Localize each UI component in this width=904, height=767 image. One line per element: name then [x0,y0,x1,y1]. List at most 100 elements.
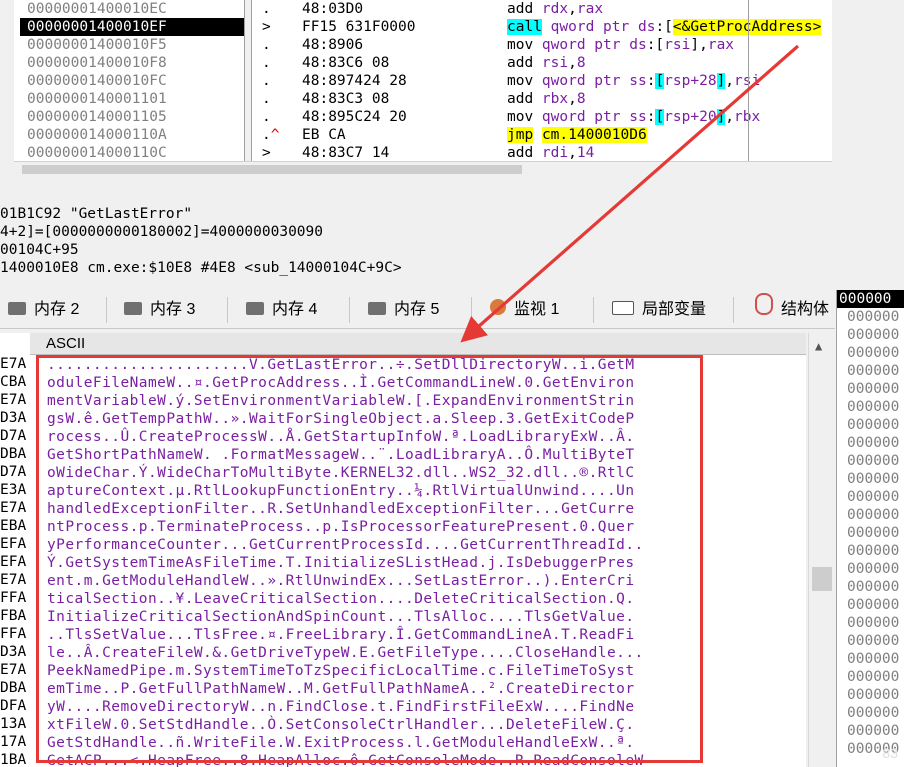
dump-address-cell[interactable]: FBA [0,607,30,625]
stack-row[interactable]: 000000 [837,308,904,326]
dump-address-cell[interactable]: E7A [0,571,30,589]
address-row[interactable]: 0000000140001101 [20,90,244,108]
stack-row[interactable]: 000000 [837,560,904,578]
instruction-token: rsi [664,37,691,53]
stack-row[interactable]: 000000 [837,614,904,632]
stack-row[interactable]: 000000 [837,686,904,704]
dump-address-cell[interactable]: FFA [0,625,30,643]
tab-memory-2[interactable]: 内存 2 [8,293,79,327]
dump-address-cell[interactable]: E7A [0,355,30,373]
dump-address-cell[interactable]: 17A [0,733,30,751]
scrollbar-thumb[interactable] [22,165,522,174]
stack-row[interactable]: 000000 [837,722,904,740]
address-row[interactable]: 0000000140001105 [20,108,244,126]
instruction[interactable]: add rbx,8 [507,90,586,108]
instruction[interactable]: add rdx,rax [507,0,603,18]
dump-address-cell[interactable]: E7A [0,499,30,517]
dump-address-column[interactable]: E7A CBA E7A D3A D7A DBA D7A E3A E7A EBA EFA EFA E7A F… [0,333,30,767]
dump-address-cell[interactable]: DBA [0,679,30,697]
stack-row[interactable]: 000000 [837,362,904,380]
stack-row[interactable]: 000000 [837,452,904,470]
dump-address-cell[interactable]: EFA [0,553,30,571]
stack-row[interactable]: 000000 [837,398,904,416]
address-row[interactable]: 00000001400010EC [20,0,244,18]
instruction[interactable]: add rdi,14 [507,144,594,162]
stack-row[interactable]: 000000 [837,632,904,650]
address-row[interactable]: 000000014000110C [20,144,244,162]
tab-local-variables[interactable]: 局部变量 [612,293,706,327]
dump-address-cell[interactable]: DFA [0,697,30,715]
disassembly-row[interactable]: . 48:83C3 08 add rbx,8 [252,90,832,108]
address-row[interactable]: 00000001400010F8 [20,54,244,72]
disassembly-row[interactable]: . 48:03D0 add rdx,rax [252,0,832,18]
address-row[interactable]: 00000001400010EF [20,18,244,36]
disassembly-row[interactable]: .^ EB CA jmp cm.1400010D6 [252,126,832,144]
stack-row[interactable]: 000000 [837,542,904,560]
dump-address-cell[interactable]: CBA [0,373,30,391]
dump-column-header[interactable]: ASCII [30,333,806,355]
instruction[interactable]: add rsi,8 [507,54,586,72]
address-row[interactable]: 00000001400010F5 [20,36,244,54]
stack-row[interactable]: 000000 [837,524,904,542]
disassembly-row[interactable]: . 48:83C6 08 add rsi,8 [252,54,832,72]
stack-row[interactable]: 000000 [837,488,904,506]
dump-address-cell[interactable]: E7A [0,391,30,409]
panel-splitter[interactable] [244,0,252,176]
stack-row[interactable]: 000000 [837,578,904,596]
dump-address-cell[interactable]: D3A [0,643,30,661]
instruction[interactable]: call qword ptr ds:[<&GetProcAddress> ] [507,18,832,36]
stack-row[interactable]: 000000 [837,344,904,362]
stack-panel[interactable]: 000000 000000 000000 000000 000000 000000 0000… [836,290,904,767]
stack-row[interactable]: 000000 [837,650,904,668]
stack-row[interactable]: 000000 [837,668,904,686]
address-row[interactable]: 000000014000110A [20,126,244,144]
disassembly-row[interactable]: > FF15 631F0000 call qword ptr ds:[<&GetPr… [252,18,832,36]
dump-address-cell[interactable]: E7A [0,661,30,679]
breakpoint-gutter[interactable] [0,0,14,176]
disassembly-panel[interactable]: . 48:03D0 add rdx,rax > FF15 631F0000 call qw… [252,0,832,176]
dump-address-cell[interactable]: EFA [0,535,30,553]
dump-address-cell[interactable]: 13A [0,715,30,733]
stack-row[interactable]: 000000 [837,326,904,344]
dump-address-cell[interactable]: D7A [0,427,30,445]
scrollbar-thumb[interactable] [812,567,832,591]
dump-address-cell[interactable]: E3A [0,481,30,499]
stack-row[interactable]: 000000 [837,470,904,488]
stack-row[interactable]: 000000 [837,506,904,524]
disassembly-row[interactable]: >48:83C7 14 add rdi,14 [252,144,832,162]
address-list[interactable]: 00000001400010EC 00000001400010EF 00000001… [20,0,244,176]
instruction[interactable]: jmp cm.1400010D6 [507,126,647,144]
disassembly-row[interactable]: . 48:8906 mov qword ptr ds:[rsi],rax [252,36,832,54]
dump-address-cell[interactable]: 1BA [0,751,30,767]
tab-memory-3[interactable]: 内存 3 [124,293,195,327]
stack-row[interactable]: 000000 [837,380,904,398]
stack-row[interactable]: 000000 [837,416,904,434]
dump-address-cell[interactable]: D3A [0,409,30,427]
dump-address-cell[interactable]: EBA [0,517,30,535]
column-divider[interactable] [748,0,749,176]
instruction[interactable]: mov qword ptr ss:[rsp+28],rsi [507,72,760,90]
dump-address-cell[interactable]: D7A [0,463,30,481]
disassembly-horizontal-scrollbar[interactable] [14,161,832,177]
instruction-token: ] [821,19,832,35]
dump-address-cell[interactable]: DBA [0,445,30,463]
instruction[interactable]: mov qword ptr ss:[rsp+20],rbx [507,108,760,126]
stack-row[interactable]: 000000 [837,290,904,308]
disassembly-row[interactable]: . 48:895C24 20 mov qword ptr ss:[rsp+20],r… [252,108,832,126]
address-row[interactable]: 00000001400010FC [20,72,244,90]
stack-row[interactable]: 000000 [837,596,904,614]
stack-row[interactable]: 000000 [837,434,904,452]
dump-vertical-scrollbar[interactable]: ▲ [808,333,836,767]
address-panel[interactable]: 00000001400010EC 00000001400010EF 00000001… [0,0,244,176]
disassembly-rows[interactable]: . 48:03D0 add rdx,rax > FF15 631F0000 call qw… [252,0,832,176]
tab-memory-5[interactable]: 内存 5 [368,293,439,327]
tab-struct[interactable]: 结构体 [755,293,829,327]
scroll-up-icon[interactable]: ▲ [815,339,822,353]
instruction[interactable]: mov qword ptr ds:[rsi],rax [507,36,734,54]
stack-row[interactable]: 000000 [837,704,904,722]
opcode-bytes: 48:03D0 [302,1,364,17]
tab-memory-4[interactable]: 内存 4 [246,293,317,327]
dump-address-cell[interactable]: FFA [0,589,30,607]
disassembly-row[interactable]: . 48:897424 28 mov qword ptr ss:[rsp+28],r… [252,72,832,90]
tab-watch-1[interactable]: 监视 1 [490,293,559,327]
